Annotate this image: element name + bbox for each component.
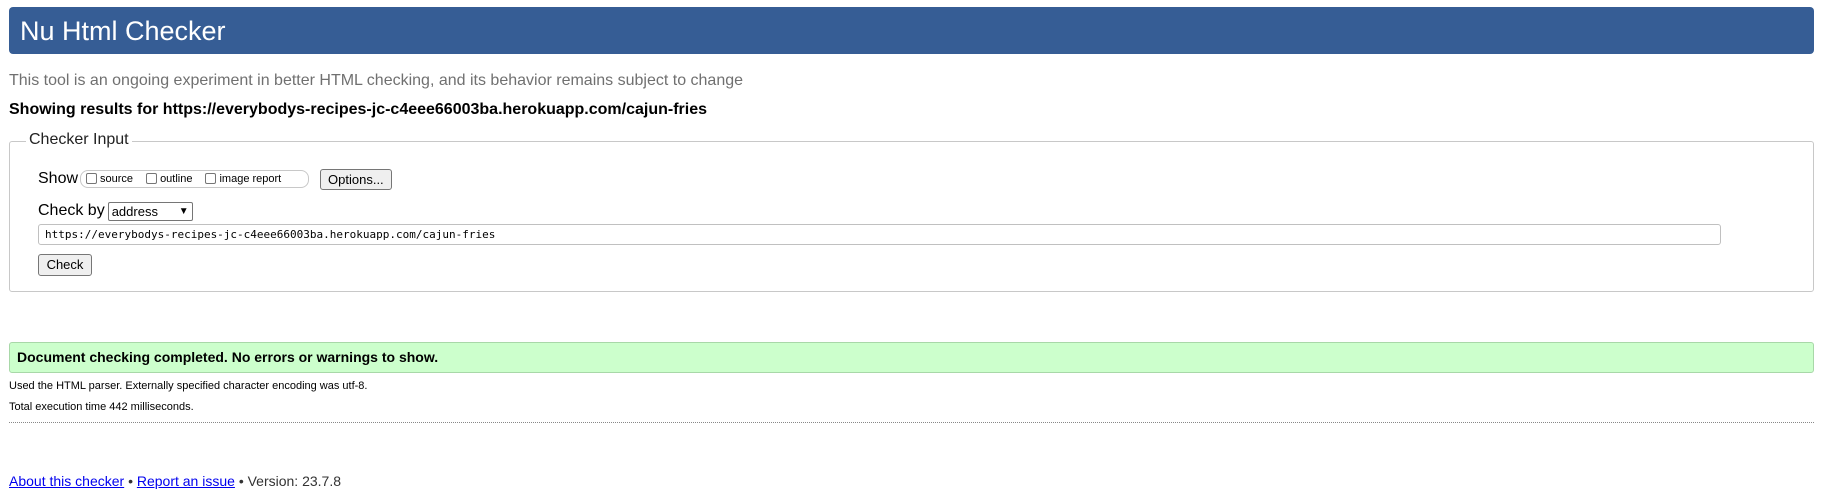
footer-separator-2: • xyxy=(238,473,244,489)
footer: About this checker • Report an issue • V… xyxy=(9,473,341,489)
footer-separator: • xyxy=(128,473,133,489)
page: Nu Html Checker This tool is an ongoing … xyxy=(0,0,1824,493)
checker-input-legend: Checker Input xyxy=(26,130,132,150)
image-report-checkbox[interactable] xyxy=(205,172,217,184)
check-by-row: Check by address ▼ xyxy=(38,201,193,221)
source-checkbox[interactable] xyxy=(86,172,98,184)
report-issue-link[interactable]: Report an issue xyxy=(137,473,235,489)
check-by-selected-value: address xyxy=(111,203,158,219)
page-title: Nu Html Checker xyxy=(20,16,226,46)
check-button[interactable]: Check xyxy=(38,254,92,276)
url-input[interactable]: https://everybodys-recipes-jc-c4eee66003… xyxy=(38,224,1721,245)
outline-checkbox[interactable] xyxy=(146,172,158,184)
about-checker-link[interactable]: About this checker xyxy=(9,473,124,489)
divider xyxy=(9,422,1814,423)
show-checkbox-group: source outline image report xyxy=(80,170,310,188)
tagline: This tool is an ongoing experiment in be… xyxy=(9,72,744,89)
check-by-select[interactable]: address ▼ xyxy=(107,201,193,221)
source-checkbox-label[interactable]: source xyxy=(100,173,133,185)
status-message: Document checking completed. No errors o… xyxy=(9,342,1814,373)
outline-checkbox-label[interactable]: outline xyxy=(160,173,192,185)
image-report-checkbox-label[interactable]: image report xyxy=(219,173,281,185)
chevron-down-icon: ▼ xyxy=(178,205,189,217)
checker-input-fieldset xyxy=(9,141,1814,292)
show-options-row: Show source outline image report Options… xyxy=(38,168,392,190)
check-by-label: Check by xyxy=(38,202,105,219)
show-label: Show xyxy=(38,170,79,187)
results-heading: Showing results for https://everybodys-r… xyxy=(9,101,708,118)
execution-time: Total execution time 442 milliseconds. xyxy=(9,401,194,413)
options-button[interactable]: Options... xyxy=(320,168,392,190)
version-text: Version: 23.7.8 xyxy=(247,473,342,489)
parser-info: Used the HTML parser. Externally specifi… xyxy=(9,380,368,392)
header-bar: Nu Html Checker xyxy=(9,7,1814,54)
